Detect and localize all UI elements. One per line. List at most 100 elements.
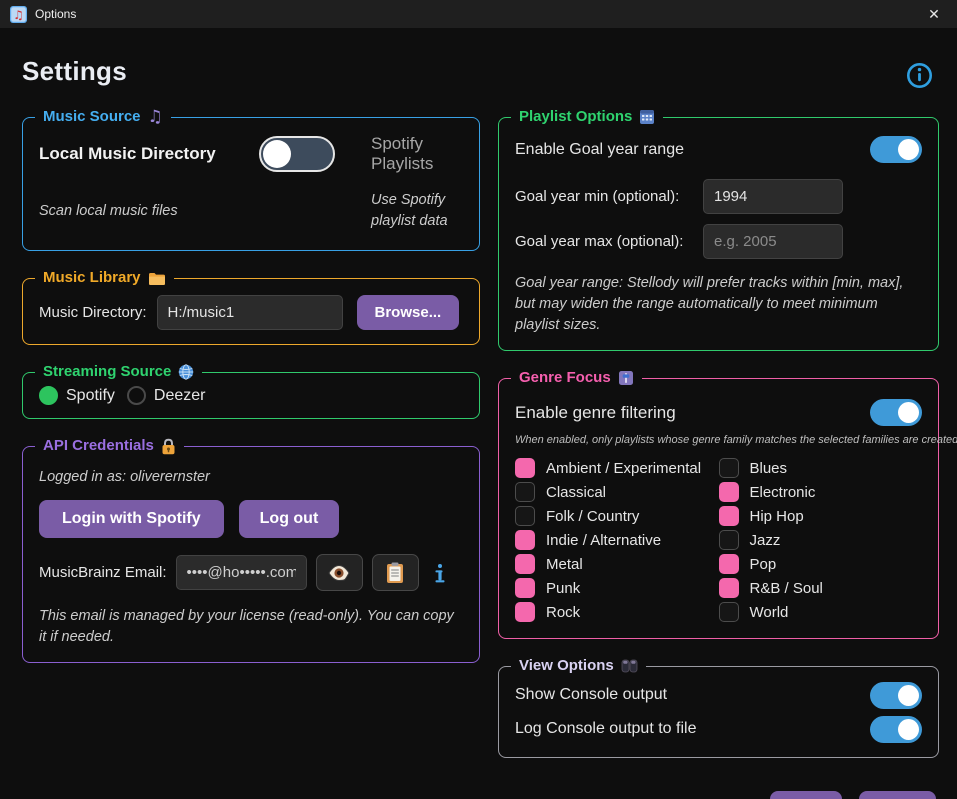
checkbox[interactable] [515, 458, 535, 478]
eye-icon [327, 564, 351, 582]
app-music-note-icon: ♫ [10, 6, 27, 23]
clipboard-icon [386, 562, 404, 584]
spotify-playlists-hint: Use Spotify playlist data [371, 190, 463, 232]
radio-spotify-label: Spotify [66, 387, 115, 405]
goal-year-max-input[interactable] [703, 224, 843, 259]
playlist-options-group: Playlist Options Enable Goal y [498, 117, 939, 351]
checkbox[interactable] [515, 482, 535, 502]
musicbrainz-email-label: MusicBrainz Email: [39, 564, 167, 581]
api-credentials-legend: API Credentials [35, 436, 184, 456]
view-options-group: View Options Show Console output [498, 666, 939, 758]
music-source-toggle[interactable] [259, 136, 335, 172]
globe-icon [178, 364, 194, 380]
genre-item-jazz[interactable]: Jazz [719, 528, 923, 552]
playlist-options-legend: Playlist Options [511, 107, 663, 127]
checkbox[interactable] [719, 482, 739, 502]
help-info-icon[interactable] [906, 62, 933, 89]
genre-item-punk[interactable]: Punk [515, 576, 719, 600]
genre-focus-group: Genre Focus Enable genre filtering When … [498, 378, 939, 639]
enable-genre-filtering-label: Enable genre filtering [515, 403, 676, 423]
genre-focus-legend: Genre Focus [511, 368, 642, 388]
checkbox[interactable] [515, 578, 535, 598]
radio-deezer[interactable] [127, 386, 146, 405]
footer: Save Close [0, 791, 957, 799]
goal-year-min-label: Goal year min (optional): [515, 188, 693, 205]
email-info-icon[interactable] [434, 563, 446, 583]
music-source-group: Music Source ♫ Local Music Directory Spo… [22, 117, 480, 251]
save-button[interactable]: Save [770, 791, 842, 799]
genre-item-blues[interactable]: Blues [719, 456, 923, 480]
checkbox[interactable] [719, 506, 739, 526]
genre-filtering-toggle[interactable] [870, 399, 922, 426]
music-directory-input[interactable] [157, 295, 343, 330]
musicbrainz-email-input[interactable] [176, 555, 307, 590]
toggle-knob [898, 139, 919, 160]
browse-button[interactable]: Browse... [357, 295, 460, 330]
genre-item-electronic[interactable]: Electronic [719, 480, 923, 504]
genre-item-rnb-soul[interactable]: R&B / Soul [719, 576, 923, 600]
genre-checkbox-grid: Ambient / Experimental Classical Folk / … [515, 456, 922, 624]
toggle-knob [898, 685, 919, 706]
goal-year-min-input[interactable] [703, 179, 843, 214]
spotify-playlists-label: Spotify Playlists [371, 134, 463, 174]
log-console-to-file-label: Log Console output to file [515, 720, 696, 738]
music-notes-icon: ♫ [148, 107, 163, 127]
enable-goal-year-label: Enable Goal year range [515, 141, 684, 159]
goal-year-toggle[interactable] [870, 136, 922, 163]
toggle-knob [898, 402, 919, 423]
checkbox[interactable] [515, 602, 535, 622]
checkbox[interactable] [719, 578, 739, 598]
email-readonly-hint: This email is managed by your license (r… [39, 606, 463, 648]
music-directory-label: Music Directory: [39, 304, 147, 321]
local-music-directory-label: Local Music Directory [39, 144, 247, 164]
streaming-source-group: Streaming Source [22, 372, 480, 419]
local-music-hint: Scan local music files [39, 201, 247, 222]
lock-icon [161, 438, 176, 455]
genre-item-folk-country[interactable]: Folk / Country [515, 504, 719, 528]
login-with-spotify-button[interactable]: Login with Spotify [39, 500, 224, 538]
genre-item-indie-alternative[interactable]: Indie / Alternative [515, 528, 719, 552]
titlebar: ♫ Options ✕ [0, 0, 957, 28]
toggle-knob [263, 140, 291, 168]
window-close-icon[interactable]: ✕ [911, 0, 957, 28]
genre-item-pop[interactable]: Pop [719, 552, 923, 576]
genre-item-metal[interactable]: Metal [515, 552, 719, 576]
logged-in-text: Logged in as: oliverernster [39, 467, 463, 488]
window-title: Options [35, 7, 911, 21]
music-source-legend: Music Source ♫ [35, 107, 171, 127]
checkbox[interactable] [515, 530, 535, 550]
genre-item-world[interactable]: World [719, 600, 923, 624]
genre-item-rock[interactable]: Rock [515, 600, 719, 624]
genre-filtering-hint: When enabled, only playlists whose genre… [515, 434, 922, 446]
genre-item-hip-hop[interactable]: Hip Hop [719, 504, 923, 528]
checkbox[interactable] [515, 554, 535, 574]
show-console-output-label: Show Console output [515, 686, 667, 704]
log-console-toggle[interactable] [870, 716, 922, 743]
checkbox[interactable] [719, 458, 739, 478]
calendar-icon [639, 109, 655, 125]
binoculars-icon [621, 659, 638, 673]
checkbox[interactable] [719, 530, 739, 550]
svg-text:♫: ♫ [13, 8, 24, 22]
radio-deezer-label: Deezer [154, 387, 206, 405]
goal-year-max-label: Goal year max (optional): [515, 233, 693, 250]
copy-email-button[interactable] [372, 554, 419, 591]
genre-item-classical[interactable]: Classical [515, 480, 719, 504]
music-library-legend: Music Library [35, 268, 174, 288]
show-console-toggle[interactable] [870, 682, 922, 709]
reveal-email-button[interactable] [316, 554, 363, 591]
checkbox[interactable] [515, 506, 535, 526]
streaming-source-legend: Streaming Source [35, 362, 202, 382]
genre-item-ambient-experimental[interactable]: Ambient / Experimental [515, 456, 719, 480]
checkbox[interactable] [719, 554, 739, 574]
radio-spotify[interactable] [39, 386, 58, 405]
api-credentials-group: API Credentials Logged in as: olivererns… [22, 446, 480, 663]
level-slider-icon [618, 370, 634, 386]
goal-year-hint: Goal year range: Stellody will prefer tr… [515, 273, 922, 336]
close-button[interactable]: Close [859, 791, 936, 799]
checkbox[interactable] [719, 602, 739, 622]
music-library-group: Music Library Music Directory: Browse... [22, 278, 480, 345]
page-title: Settings [22, 56, 127, 87]
view-options-legend: View Options [511, 656, 646, 676]
log-out-button[interactable]: Log out [239, 500, 340, 538]
